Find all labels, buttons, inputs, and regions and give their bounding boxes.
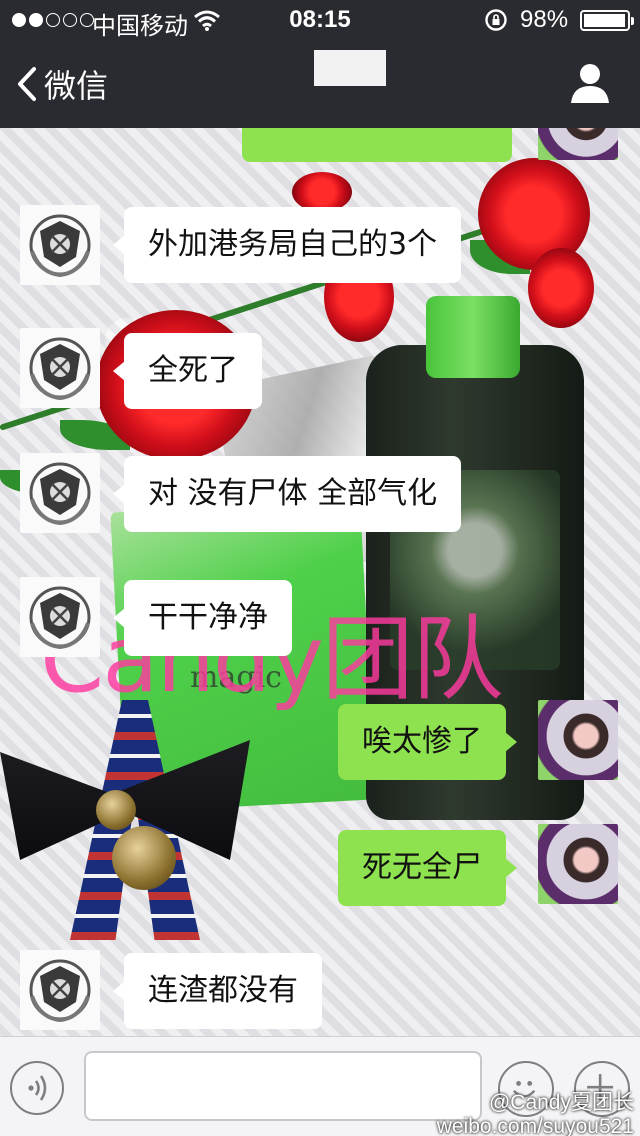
battery-tip	[631, 17, 634, 25]
credit-url: weibo.com/suyou521	[436, 1115, 634, 1136]
message-input[interactable]	[84, 1051, 482, 1121]
battery-level-fill	[584, 14, 626, 27]
my-avatar[interactable]	[538, 700, 618, 780]
message-bubble-incoming[interactable]: 全死了	[113, 333, 262, 409]
message-bubble-incoming[interactable]: 连渣都没有	[113, 953, 322, 1029]
message-bubble-outgoing[interactable]: 死无全尸	[338, 830, 517, 906]
message-text: 外加港务局自己的3个	[148, 227, 438, 262]
signal-dot	[46, 13, 60, 27]
contact-avatar[interactable]	[20, 950, 100, 1030]
message-bubble-incoming[interactable]: 外加港务局自己的3个	[112, 207, 462, 283]
signal-strength-icon	[12, 13, 94, 27]
voice-button[interactable]	[10, 1061, 64, 1115]
chevron-left-icon	[18, 67, 36, 101]
my-avatar[interactable]	[538, 128, 618, 160]
contact-avatar[interactable]	[20, 453, 100, 533]
wifi-icon	[194, 10, 220, 31]
contact-avatar[interactable]	[20, 328, 100, 408]
person-icon[interactable]	[570, 62, 610, 104]
police-badge-icon	[20, 950, 100, 1030]
status-bar: 中国移动 08:15 98%	[0, 0, 640, 40]
contact-avatar[interactable]	[20, 577, 100, 657]
message-text: 有出来吗?	[242, 128, 512, 146]
back-label: 微信	[44, 67, 109, 105]
back-button[interactable]: 微信	[16, 60, 108, 108]
message-bubble-incoming[interactable]: 干干净净	[113, 580, 292, 656]
chat-message-list[interactable]: 有出来吗? 外加港务局自己的3个 全死了	[0, 128, 640, 1036]
signal-dot	[12, 13, 26, 27]
message-text: 干干净净	[148, 600, 268, 635]
signal-dot	[29, 13, 43, 27]
my-avatar[interactable]	[538, 824, 618, 904]
chat-title-redacted	[314, 50, 386, 86]
police-badge-icon	[20, 453, 100, 533]
message-text: 连渣都没有	[148, 973, 298, 1008]
battery-percent: 98%	[520, 6, 569, 33]
battery-icon	[580, 10, 634, 31]
rotation-lock-icon	[485, 9, 507, 31]
message-text: 唉太惨了	[362, 724, 482, 759]
message-bubble-outgoing[interactable]: 有出来吗?	[242, 128, 512, 162]
message-input-bar: @Candy夏团长 weibo.com/suyou521	[0, 1036, 640, 1136]
weibo-credit: @Candy夏团长 weibo.com/suyou521	[437, 1091, 634, 1136]
contact-avatar[interactable]	[20, 205, 100, 285]
carrier-name: 中国移动	[92, 13, 188, 40]
police-badge-icon	[20, 328, 100, 408]
voice-icon	[28, 1075, 47, 1101]
nav-bar: 微信	[0, 40, 640, 128]
credit-handle: @Candy夏团长	[488, 1091, 634, 1114]
signal-dot	[63, 13, 77, 27]
message-bubble-incoming[interactable]: 对 没有尸体 全部气化	[112, 456, 462, 532]
message-bubble-outgoing[interactable]: 唉太惨了	[338, 704, 517, 780]
police-badge-icon	[20, 205, 100, 285]
message-text: 全死了	[148, 353, 238, 388]
police-badge-icon	[20, 577, 100, 657]
message-text: 死无全尸	[362, 850, 482, 885]
message-text: 对 没有尸体 全部气化	[148, 476, 438, 511]
